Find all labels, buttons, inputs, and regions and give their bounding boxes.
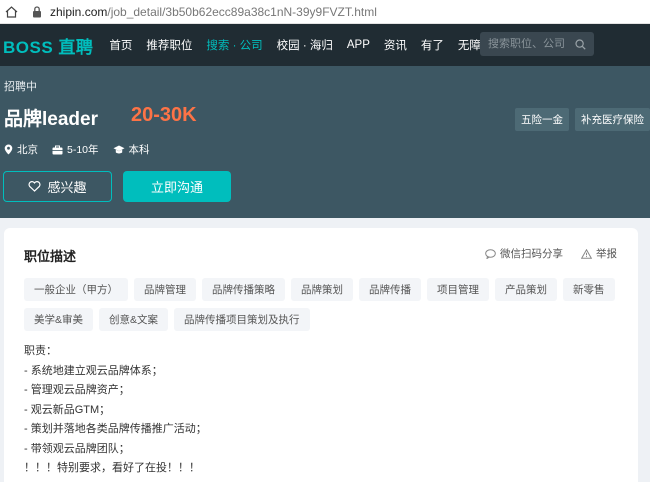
url-text[interactable]: zhipin.com/job_detail/3b50b62ecc89a38c1n…: [50, 5, 377, 19]
hiring-status: 招聘中: [4, 81, 37, 93]
nav-item[interactable]: 资讯: [384, 37, 407, 53]
warning-icon: [581, 248, 592, 259]
nav-item[interactable]: 搜索 · 公司: [206, 37, 262, 53]
skill-tag: 品牌传播项目策划及执行: [174, 308, 310, 331]
description-line: - 带领观云品牌团队；: [24, 442, 130, 455]
report-button[interactable]: 举报: [581, 246, 617, 261]
nav-menu: 首页推荐职位搜索 · 公司校园 · 海归APP资讯有了无障碍专区: [109, 37, 529, 53]
skill-tag: 一般企业（甲方）: [24, 278, 128, 301]
job-description-card: 职位描述 微信扫码分享 举报 一般企业（甲方） 品牌管理 品牌传播策略 品牌策划 品牌传…: [4, 228, 638, 482]
benefits-list: 五险一金 补充医疗保险: [509, 108, 650, 131]
skill-tag: 新零售: [563, 278, 615, 301]
heart-icon: [28, 181, 41, 192]
nav-item[interactable]: APP: [347, 39, 370, 51]
home-icon[interactable]: [2, 3, 20, 21]
share-wechat-button[interactable]: 微信扫码分享: [485, 246, 563, 261]
skill-tag: 产品策划: [495, 278, 557, 301]
site-logo[interactable]: BOSS 直聘: [3, 33, 93, 58]
description-line: 职责：: [24, 345, 57, 357]
job-education-text: 本科: [128, 144, 150, 156]
job-title: 品牌leader: [4, 109, 98, 130]
description-line: - 策划并落地各类品牌传播推广活动；: [24, 423, 207, 435]
benefit-tag: 补充医疗保险: [575, 108, 650, 131]
description-line: - 管理观云品牌资产；: [24, 384, 130, 396]
nav-item[interactable]: 推荐职位: [146, 37, 192, 53]
nav-item[interactable]: 首页: [109, 37, 132, 53]
top-nav: BOSS 直聘 首页推荐职位搜索 · 公司校园 · 海归APP资讯有了无障碍专区: [0, 24, 650, 66]
chat-now-button[interactable]: 立即沟通: [123, 171, 231, 202]
location-pin-icon: [4, 144, 13, 155]
interest-button[interactable]: 感兴趣: [3, 171, 112, 202]
briefcase-icon: [52, 145, 63, 154]
job-experience: 5-10年: [52, 142, 99, 157]
description-line: - 系统地建立观云品牌体系；: [24, 364, 163, 377]
section-title: 职位描述: [24, 249, 77, 264]
description-line: ！！！特别要求，看好了在投！！！: [24, 462, 200, 474]
url-path: /job_detail/3b50b62ecc89a38c1nN-39y9FVZT…: [107, 4, 377, 19]
browser-url-bar[interactable]: zhipin.com/job_detail/3b50b62ecc89a38c1n…: [0, 0, 650, 24]
skill-tag: 创意&文案: [99, 308, 169, 331]
skill-tag: 品牌策划: [291, 278, 353, 301]
salary: 20-30K: [131, 104, 197, 126]
lock-icon: [32, 5, 44, 19]
description-line: - 观云新品GTM；: [24, 403, 111, 416]
skill-tag: 项目管理: [427, 278, 489, 301]
job-description-text: 职责： - 系统地建立观云品牌体系； - 管理观云品牌资产； - 观云新品GTM； - …: [24, 342, 207, 479]
job-experience-text: 5-10年: [67, 144, 99, 156]
job-tags: 一般企业（甲方） 品牌管理 品牌传播策略 品牌策划 品牌传播 项目管理 产品策划 新零售美学&…: [24, 278, 624, 338]
job-meta: 北京 5-10年 本科: [4, 142, 164, 157]
nav-item[interactable]: 校园 · 海归: [277, 37, 333, 53]
skill-tag: 品牌管理: [134, 278, 196, 301]
job-city: 北京: [17, 144, 38, 156]
url-host: zhipin.com: [50, 4, 108, 19]
share-label: 微信扫码分享: [500, 248, 563, 260]
skill-tag: 品牌传播: [359, 278, 421, 301]
skill-tag: 美学&审美: [24, 308, 94, 331]
job-location: 北京: [4, 142, 38, 157]
skill-tag: 品牌传播策略: [202, 278, 285, 301]
job-banner: 招聘中 品牌leader 20-30K 五险一金 补充医疗保险 北京 5-10年 …: [0, 66, 650, 218]
search-input[interactable]: [488, 38, 568, 50]
report-label: 举报: [596, 248, 617, 260]
interest-button-label: 感兴趣: [47, 180, 87, 195]
nav-item[interactable]: 有了: [421, 37, 444, 53]
search-icon[interactable]: [575, 38, 586, 50]
chat-now-button-label: 立即沟通: [150, 180, 203, 195]
job-education: 本科: [113, 142, 150, 157]
benefit-tag: 五险一金: [515, 108, 569, 131]
nav-search-box[interactable]: [480, 32, 594, 56]
wechat-icon: [485, 248, 496, 259]
graduation-cap-icon: [113, 145, 125, 153]
